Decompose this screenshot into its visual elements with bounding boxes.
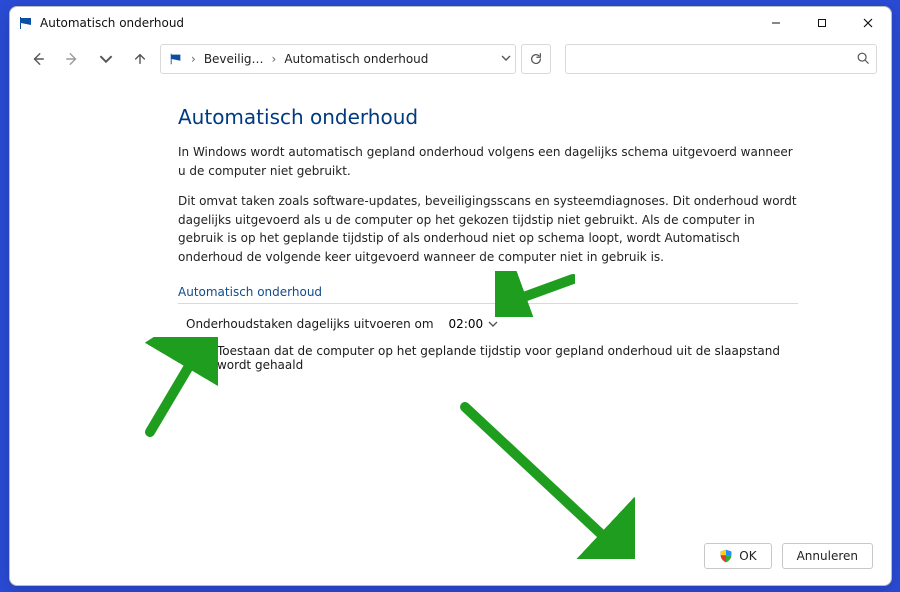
description-text: Dit omvat taken zoals software-updates, … [178, 192, 798, 266]
ok-label: OK [739, 549, 756, 563]
close-button[interactable] [845, 7, 891, 39]
window-controls [753, 7, 891, 39]
description-text: In Windows wordt automatisch gepland ond… [178, 143, 798, 180]
chevron-right-icon: › [189, 52, 198, 66]
content-area: Automatisch onderhoud In Windows wordt a… [10, 79, 891, 372]
maintenance-time-row: Onderhoudstaken dagelijks uitvoeren om 0… [186, 314, 891, 334]
search-input[interactable] [572, 51, 856, 67]
up-button[interactable] [126, 45, 154, 73]
refresh-button[interactable] [521, 44, 551, 74]
ok-button[interactable]: OK [704, 543, 771, 569]
control-panel-window: Automatisch onderhoud [9, 6, 892, 586]
minimize-button[interactable] [753, 7, 799, 39]
wake-checkbox[interactable] [190, 345, 204, 361]
titlebar: Automatisch onderhoud [10, 7, 891, 39]
time-label: Onderhoudstaken dagelijks uitvoeren om [186, 317, 434, 331]
page-title: Automatisch onderhoud [178, 105, 891, 129]
search-box[interactable] [565, 44, 877, 74]
wake-label: Toestaan dat de computer op het geplande… [217, 344, 786, 372]
maximize-button[interactable] [799, 7, 845, 39]
breadcrumb-item[interactable]: Automatisch onderhoud [284, 52, 428, 66]
divider [178, 303, 798, 304]
search-icon [856, 51, 870, 68]
action-center-flag-icon [18, 15, 34, 31]
cancel-button[interactable]: Annuleren [782, 543, 873, 569]
uac-shield-icon [719, 549, 733, 563]
section-heading: Automatisch onderhoud [178, 285, 891, 299]
back-button[interactable] [24, 45, 52, 73]
address-bar[interactable]: › Beveilig… › Automatisch onderhoud [160, 44, 516, 74]
action-center-flag-icon [169, 52, 183, 66]
cancel-label: Annuleren [797, 549, 858, 563]
chevron-down-icon[interactable] [501, 52, 511, 66]
breadcrumb-item[interactable]: Beveilig… [204, 52, 264, 66]
forward-button[interactable] [58, 45, 86, 73]
chevron-right-icon: › [270, 52, 279, 66]
navbar: › Beveilig… › Automatisch onderhoud [10, 39, 891, 79]
maintenance-time-select[interactable]: 02:00 [442, 314, 503, 334]
dialog-footer: OK Annuleren [704, 543, 873, 569]
wake-from-sleep-row[interactable]: Toestaan dat de computer op het geplande… [186, 344, 786, 372]
recent-locations-button[interactable] [92, 45, 120, 73]
annotation-arrow [455, 399, 635, 559]
window-title: Automatisch onderhoud [40, 16, 184, 30]
